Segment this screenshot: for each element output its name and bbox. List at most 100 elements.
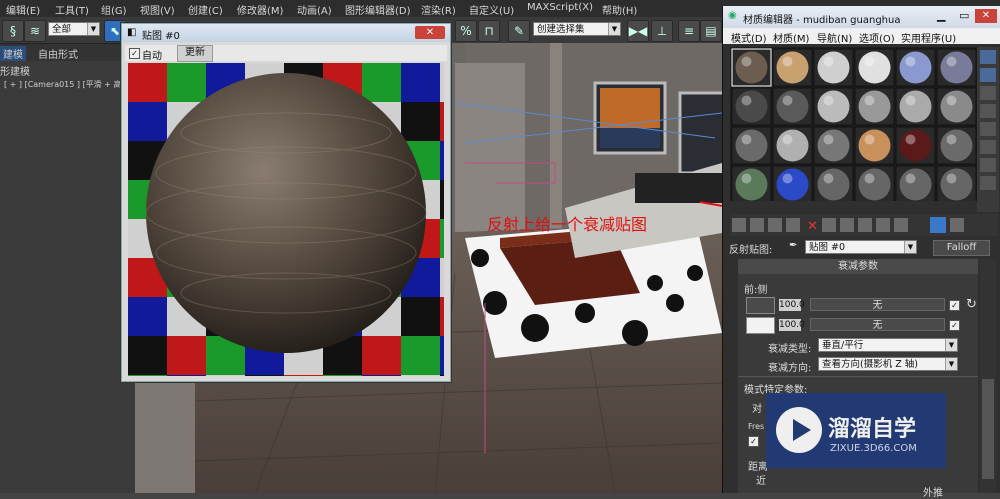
checker-cell — [128, 63, 167, 102]
sphere-highlight — [782, 56, 793, 67]
mat-menu-mode[interactable]: 模式(D) — [731, 30, 767, 45]
put-to-scene-icon[interactable] — [750, 218, 764, 232]
falloff-type-dropdown[interactable]: 垂直/平行 ▼ — [818, 338, 958, 352]
show-map-icon[interactable] — [876, 218, 890, 232]
get-material-icon[interactable] — [732, 218, 746, 232]
checker-cell — [440, 102, 444, 141]
rollout-scrollbar[interactable] — [980, 259, 996, 493]
sphere-highlight — [905, 95, 916, 106]
sphere-highlight — [864, 173, 875, 184]
checker-cell — [401, 336, 440, 375]
reset-map-icon[interactable] — [786, 218, 800, 232]
material-sample-slots[interactable] — [730, 47, 980, 204]
watermark-brand: 溜溜自学 — [828, 417, 917, 442]
material-sphere — [776, 129, 809, 162]
material-sphere — [858, 51, 891, 84]
material-sphere — [899, 129, 932, 162]
mat-menu-navigation[interactable]: 导航(N) — [817, 30, 852, 45]
close-icon[interactable]: ✕ — [415, 26, 445, 39]
checker-cell — [440, 336, 444, 375]
sphere-highlight — [782, 134, 793, 145]
falloff-direction-dropdown[interactable]: 查看方向(摄影机 Z 轴) ▼ — [818, 357, 958, 371]
material-editor-menu: 模式(D) 材质(M) 导航(N) 选项(O) 实用程序(U) — [723, 28, 1000, 45]
side-amount-spinner[interactable]: 100.0 — [779, 319, 805, 331]
go-to-parent-icon[interactable] — [930, 217, 946, 233]
material-sphere — [940, 90, 973, 123]
make-preview-icon[interactable] — [980, 140, 996, 154]
select-by-material-icon[interactable] — [980, 176, 996, 190]
falloff-direction-label: 衰减方向: — [768, 363, 812, 374]
rollout-header[interactable]: 衰减参数 — [738, 259, 978, 274]
sphere-highlight — [946, 95, 957, 106]
mat-menu-material[interactable]: 材质(M) — [773, 30, 809, 45]
material-sphere — [858, 168, 891, 201]
minimize-icon[interactable]: ▁ — [937, 9, 945, 22]
sphere-highlight — [864, 95, 875, 106]
checker-cell — [440, 180, 444, 219]
watermark-badge: 溜溜自学 ZIXUE.3D66.COM — [766, 393, 946, 468]
material-sphere — [940, 168, 973, 201]
checker-cell — [245, 375, 284, 376]
map-icon: ◧ — [127, 27, 137, 38]
front-color-swatch[interactable] — [746, 297, 775, 314]
material-id-icon[interactable] — [858, 218, 872, 232]
video-check-icon[interactable] — [980, 122, 996, 136]
front-map-button[interactable]: 无 — [810, 298, 945, 311]
put-to-library-icon[interactable] — [840, 218, 854, 232]
reflect-map-row: 反射贴图: ✒ 贴图 #0 ▼ Falloff — [723, 238, 1000, 256]
make-unique-icon[interactable] — [822, 218, 836, 232]
mat-menu-options[interactable]: 选项(O) — [859, 30, 895, 45]
sphere-highlight — [823, 56, 834, 67]
checker-cell — [401, 297, 440, 336]
eyedropper-icon[interactable]: ✒ — [789, 240, 797, 251]
sphere-highlight — [823, 173, 834, 184]
checker-cell — [206, 375, 245, 376]
go-forward-sibling-icon[interactable] — [950, 218, 964, 232]
sphere-highlight — [741, 56, 752, 67]
maximize-icon[interactable]: ▭ — [959, 9, 969, 22]
side-map-checkbox[interactable]: ✓ — [949, 320, 960, 331]
checker-cell — [167, 375, 206, 376]
map-type-button[interactable]: Falloff — [933, 240, 990, 256]
options-icon[interactable] — [980, 158, 996, 172]
background-icon[interactable] — [980, 86, 996, 100]
sphere-highlight — [905, 134, 916, 145]
material-editor-titlebar: ◉ 材质编辑器 - mudiban guanghua ▁ ▭ ✕ — [723, 6, 1000, 28]
checker-cell — [440, 297, 444, 336]
checker-cell — [323, 375, 362, 376]
checker-cell — [167, 336, 206, 375]
material-editor-icon: ◉ — [728, 10, 737, 21]
checker-cell — [401, 375, 440, 376]
side-color-swatch[interactable] — [746, 317, 775, 334]
sphere-highlight — [782, 95, 793, 106]
falloff-type-label: 衰减类型: — [768, 344, 812, 355]
sphere-highlight — [905, 56, 916, 67]
sphere-highlight — [946, 173, 957, 184]
uv-tiling-icon[interactable] — [980, 104, 996, 118]
auto-label: 自动 — [142, 51, 162, 62]
side-map-button[interactable]: 无 — [810, 318, 945, 331]
show-end-result-icon[interactable] — [894, 218, 908, 232]
assign-to-selection-icon[interactable] — [768, 218, 782, 232]
update-button[interactable]: 更新 — [177, 45, 213, 62]
fresnel-checkbox[interactable]: ✓ — [748, 436, 759, 447]
map-name-field[interactable]: 贴图 #0 ▼ — [805, 240, 917, 254]
sample-type-icon[interactable] — [980, 50, 996, 64]
front-amount-spinner[interactable]: 100.0 — [779, 299, 805, 311]
material-close-icon[interactable]: ✕ — [975, 9, 997, 23]
material-sphere — [776, 90, 809, 123]
mat-menu-utilities[interactable]: 实用程序(U) — [901, 30, 956, 45]
front-map-checkbox[interactable]: ✓ — [949, 300, 960, 311]
map-window-toolbar: ✓ 自动 更新 — [125, 45, 447, 62]
auto-checkbox[interactable]: ✓ — [129, 48, 140, 59]
checker-cell — [440, 141, 444, 180]
checker-cell — [167, 63, 206, 102]
map-window-titlebar: ◧ 贴图 #0 ✕ — [122, 24, 450, 42]
sphere-highlight — [741, 173, 752, 184]
override-label: 对 — [752, 404, 762, 415]
reflect-map-label: 反射贴图: — [729, 245, 773, 256]
material-sphere — [735, 90, 768, 123]
backlight-icon[interactable] — [980, 68, 996, 82]
swap-colors-icon[interactable]: ↻ — [966, 297, 977, 312]
material-sphere — [940, 129, 973, 162]
